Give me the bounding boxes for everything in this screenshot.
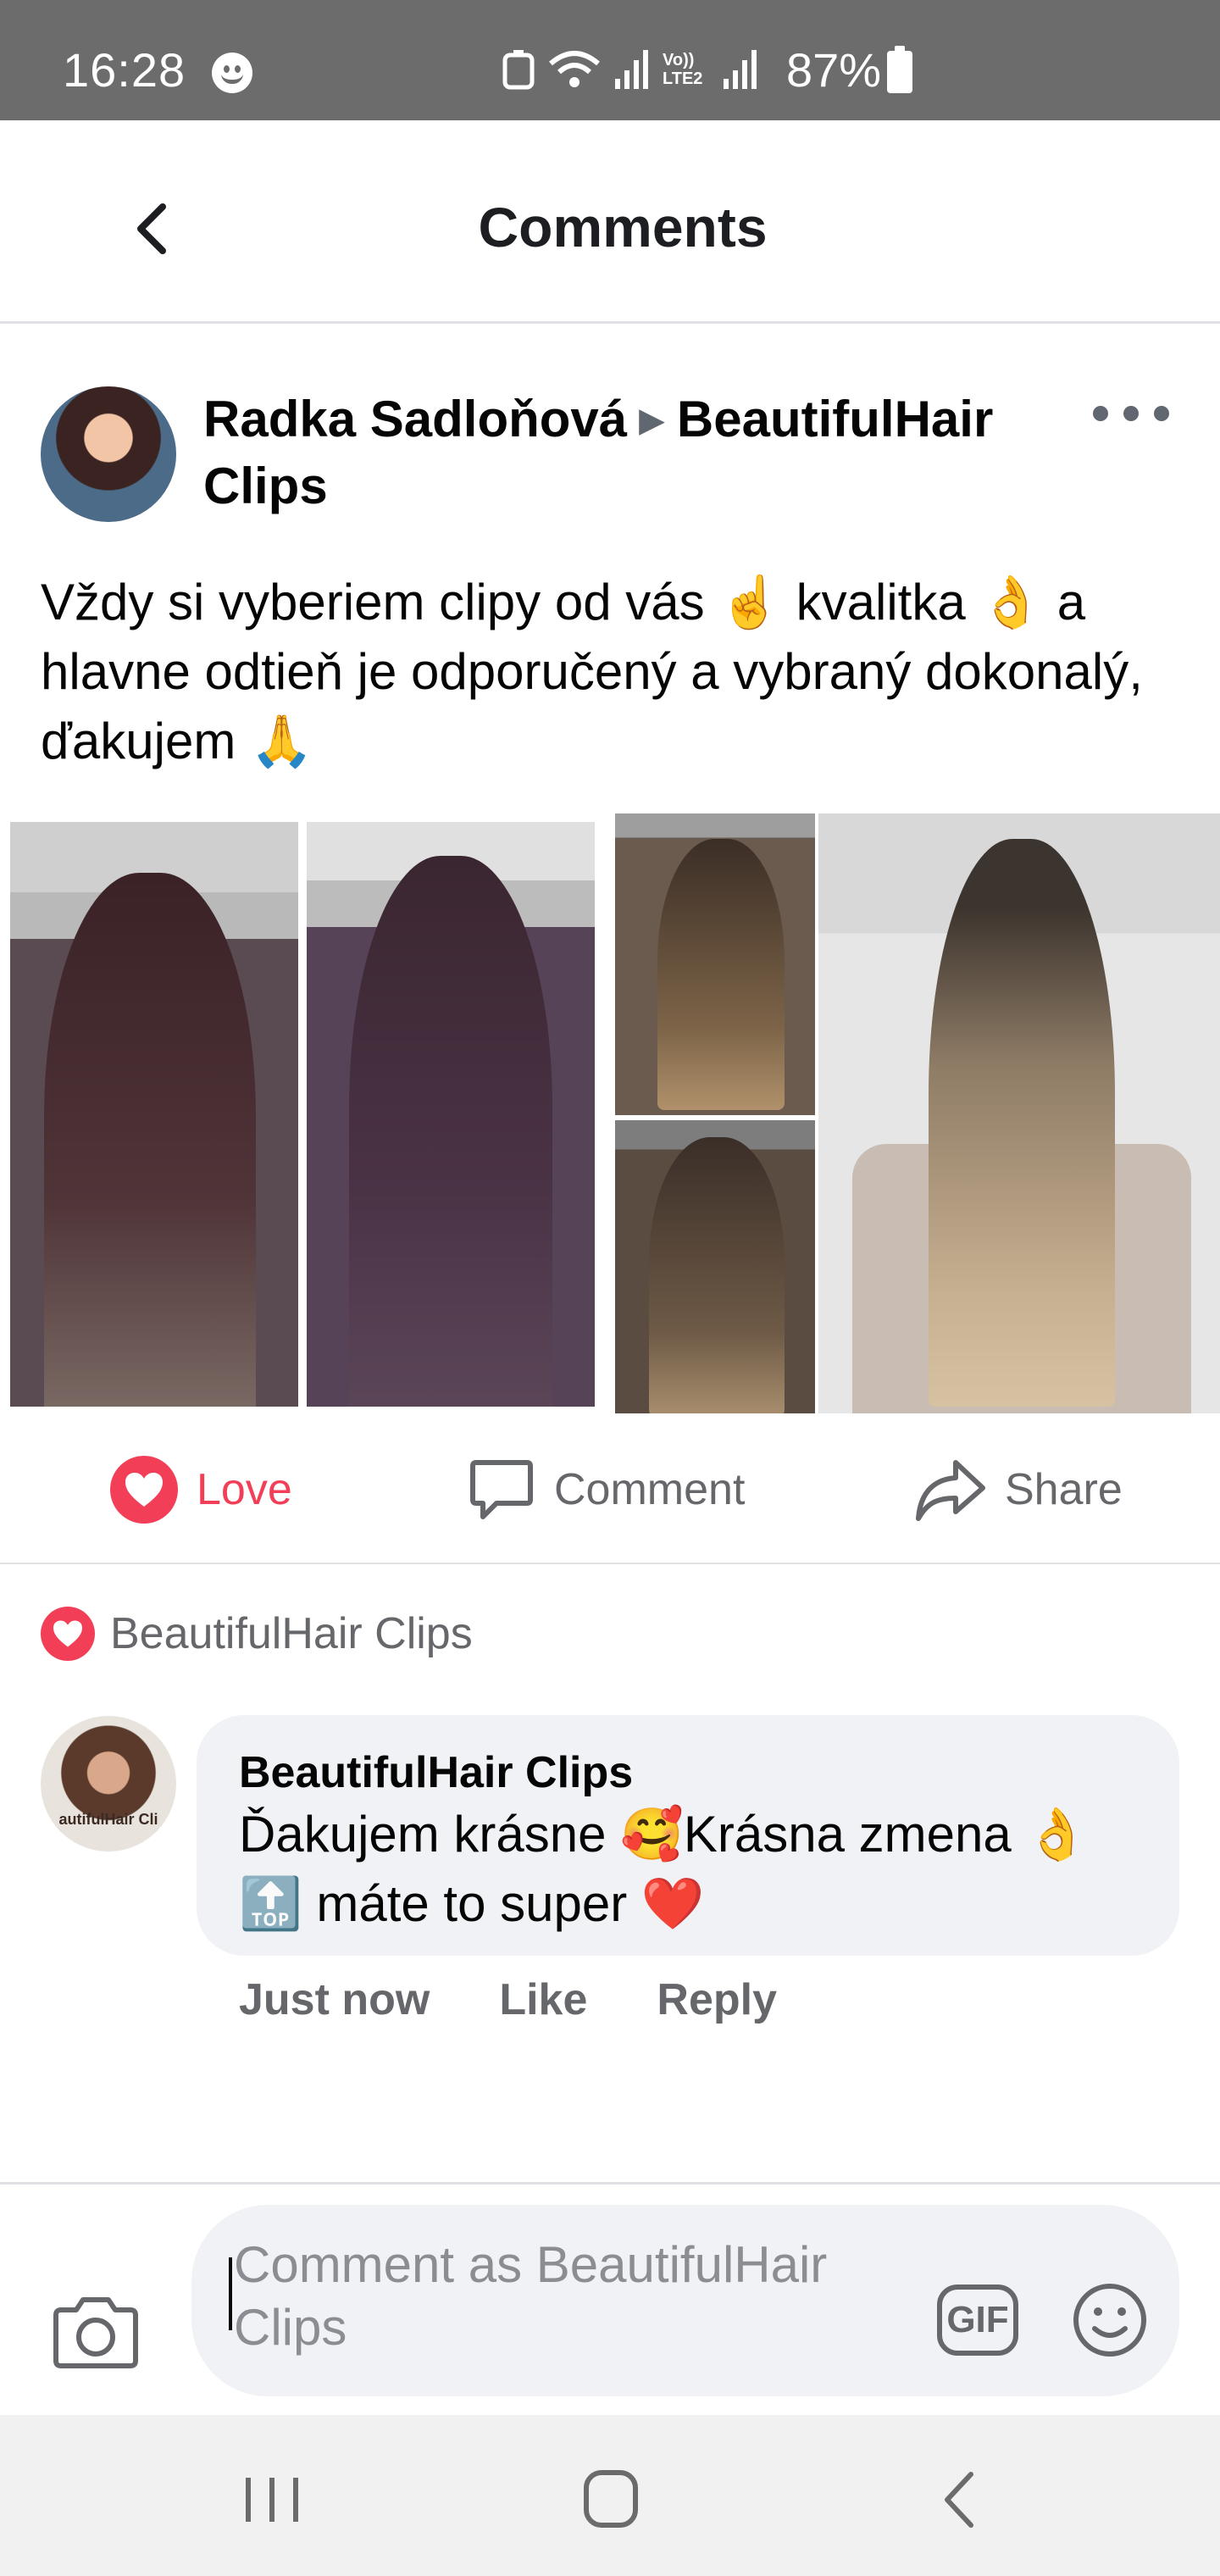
reactions-row[interactable]: BeautifulHair Clips	[41, 1606, 473, 1662]
comment-button[interactable]: Comment	[468, 1456, 745, 1524]
signal-icon-2	[724, 50, 757, 89]
love-button[interactable]: Love	[110, 1456, 292, 1524]
comment-composer: Comment as BeautifulHair Clips GIF	[0, 2182, 1220, 2415]
network-label: Vo)) LTE2	[663, 51, 703, 88]
recycle-icon	[502, 50, 535, 90]
post-actions: Love Comment Share	[0, 1413, 1220, 1564]
share-arrow-icon	[916, 1460, 985, 1521]
text-caret	[229, 2257, 232, 2330]
home-icon[interactable]	[573, 2466, 649, 2534]
camera-icon[interactable]	[49, 2295, 142, 2371]
back-icon[interactable]	[923, 2466, 1000, 2534]
status-time: 16:28	[63, 43, 186, 97]
status-icons: Vo)) LTE2	[502, 44, 759, 95]
comment-label: Comment	[554, 1465, 746, 1514]
reactor-name: BeautifulHair Clips	[110, 1609, 473, 1658]
post-author-name[interactable]: Radka Sadloňová	[203, 391, 627, 447]
love-reaction-icon	[41, 1607, 95, 1661]
more-options-icon[interactable]	[1093, 388, 1169, 439]
gif-button[interactable]: GIF	[937, 2285, 1018, 2356]
recent-apps-icon[interactable]	[234, 2466, 310, 2534]
comment-author-avatar[interactable]: autifulHair Cli	[41, 1716, 176, 1852]
page-title: Comments	[478, 196, 768, 258]
post-photo-1[interactable]	[10, 822, 298, 1407]
comment-meta: Just now Like Reply	[239, 1974, 777, 2025]
post-photo-2[interactable]	[307, 822, 595, 1407]
post-photo-3[interactable]	[615, 813, 815, 1115]
emoji-icon[interactable]	[1071, 2281, 1149, 2359]
comment-time: Just now	[239, 1975, 430, 2024]
comment-input[interactable]: Comment as BeautifulHair Clips GIF	[191, 2205, 1179, 2396]
share-label: Share	[1005, 1465, 1123, 1514]
battery-icon	[887, 46, 912, 93]
battery-percent: 87%	[786, 43, 882, 97]
comment-bubble-icon	[470, 1460, 533, 1519]
arrow-right-icon: ▶	[639, 402, 665, 439]
post-photo-5[interactable]	[818, 813, 1220, 1413]
comment-text: Ďakujem krásne 🥰Krásna zmena 👌 🔝 máte to…	[239, 1806, 1090, 1932]
comment-author[interactable]: BeautifulHair Clips	[239, 1746, 1137, 1800]
post-author-line: Radka Sadloňová ▶ BeautifulHair Clips	[203, 386, 1051, 519]
comment-reply-button[interactable]: Reply	[657, 1974, 777, 2025]
post-author-avatar[interactable]	[41, 386, 176, 522]
heart-icon	[110, 1456, 178, 1524]
status-bar: 16:28 Vo)) LTE2 87%	[0, 0, 1220, 120]
system-nav-bar	[0, 2415, 1220, 2576]
wifi-icon	[549, 51, 600, 87]
comment-like-button[interactable]: Like	[499, 1974, 587, 2025]
comment-bubble[interactable]: BeautifulHair Clips Ďakujem krásne 🥰Krás…	[197, 1715, 1179, 1956]
signal-icon	[615, 50, 648, 89]
love-label: Love	[197, 1465, 292, 1514]
post-text: Vždy si vyberiem clipy od vás ☝️ kvalitk…	[41, 574, 1143, 769]
post-photo-4[interactable]	[615, 1120, 815, 1413]
share-button[interactable]: Share	[915, 1456, 1123, 1524]
comment-input-placeholder: Comment as BeautifulHair Clips	[234, 2236, 828, 2356]
smiley-notification-icon	[212, 53, 252, 93]
comments-header: Comments	[0, 120, 1220, 324]
avatar-logo-text: autifulHair Cli	[58, 1811, 158, 1828]
